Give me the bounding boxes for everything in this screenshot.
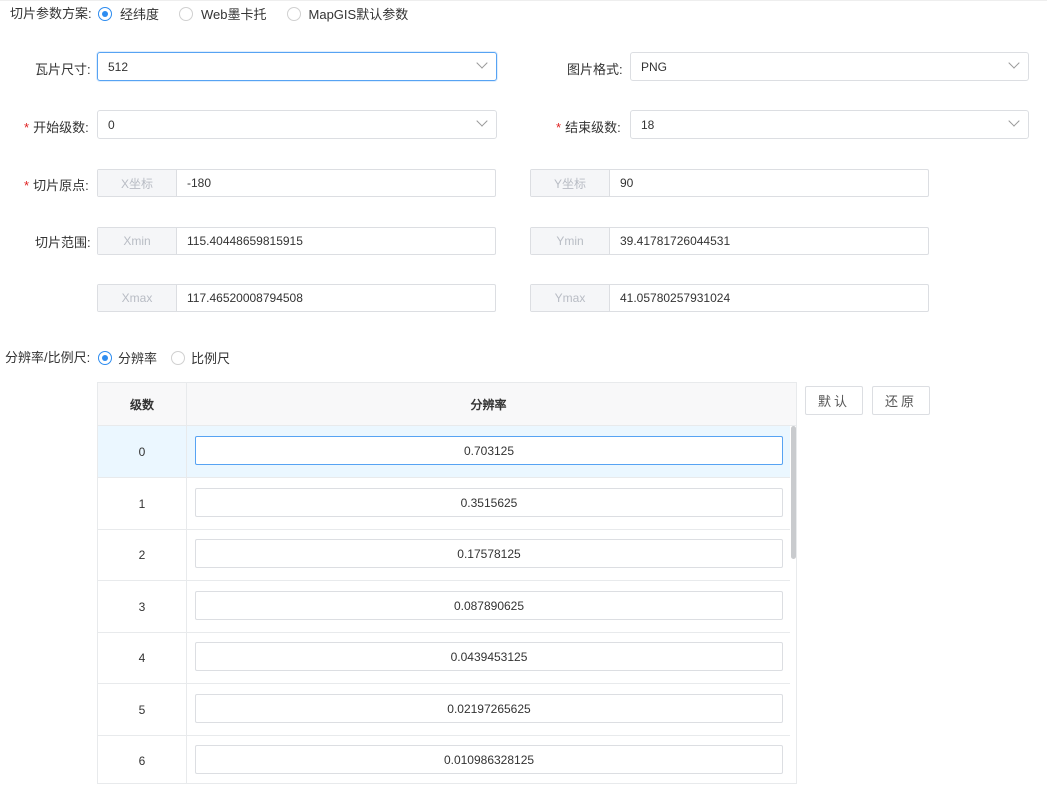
table-scrollbar[interactable]	[790, 426, 796, 783]
level-cell: 5	[98, 684, 187, 736]
end-level-label: * 结束级数:	[556, 120, 621, 135]
required-mark: *	[24, 120, 30, 135]
radio-checked-icon	[98, 350, 112, 365]
table-row: 6 0.010986328125	[98, 735, 790, 783]
resolution-input[interactable]: 0.703125	[195, 436, 783, 465]
mode-label: 分辨率/比例尺:	[5, 350, 91, 365]
default-button[interactable]: 默认	[805, 386, 863, 415]
table-row: 5 0.02197265625	[98, 684, 790, 736]
scheme-option-latlon[interactable]: 经纬度	[98, 4, 159, 23]
tile-size-label: 瓦片尺寸:	[35, 62, 91, 77]
resolution-input[interactable]: 0.087890625	[195, 591, 783, 620]
top-divider	[0, 0, 1047, 1]
origin-label: * 切片原点:	[24, 178, 89, 193]
extent-xmin-input[interactable]: Xmin 115.40448659815915	[97, 227, 496, 255]
table-header: 级数 分辨率	[98, 383, 796, 426]
required-mark: *	[24, 178, 30, 193]
scheme-label: 切片参数方案:	[10, 6, 92, 21]
origin-y-prefix: Y坐标	[531, 170, 610, 196]
scheme-option-web-mercator[interactable]: Web墨卡托	[179, 4, 267, 23]
extent-ymax-input[interactable]: Ymax 41.05780257931024	[530, 284, 929, 312]
level-cell: 2	[98, 529, 187, 581]
origin-x-input[interactable]: X坐标 -180	[97, 169, 496, 197]
ymax-prefix: Ymax	[531, 285, 610, 311]
ymax-value[interactable]: 41.05780257931024	[610, 285, 928, 311]
chevron-down-icon	[476, 115, 488, 127]
table-row: 4 0.0439453125	[98, 632, 790, 684]
radio-unchecked-icon	[171, 350, 186, 365]
column-header-level: 级数	[98, 383, 187, 426]
mode-radio-group: 分辨率 比例尺	[98, 348, 244, 367]
xmax-prefix: Xmax	[98, 285, 177, 311]
mode-option-resolution[interactable]: 分辨率	[98, 348, 157, 367]
scheme-radio-group: 经纬度 Web墨卡托 MapGIS默认参数	[98, 4, 422, 23]
ymin-value[interactable]: 39.41781726044531	[610, 228, 928, 254]
resolution-input[interactable]: 0.17578125	[195, 539, 783, 568]
scheme-option-mapgis-default[interactable]: MapGIS默认参数	[286, 4, 408, 23]
chevron-down-icon	[476, 57, 488, 69]
scrollbar-thumb[interactable]	[791, 426, 796, 559]
chevron-down-icon	[1008, 57, 1020, 69]
radio-unchecked-icon	[179, 6, 194, 21]
image-format-select[interactable]: PNG	[630, 52, 1029, 81]
start-level-label: * 开始级数:	[24, 120, 89, 135]
level-cell: 3	[98, 581, 187, 633]
ymin-prefix: Ymin	[531, 228, 610, 254]
resolution-input[interactable]: 0.0439453125	[195, 642, 783, 671]
extent-ymin-input[interactable]: Ymin 39.41781726044531	[530, 227, 929, 255]
level-cell: 4	[98, 632, 187, 684]
resolution-table: 级数 分辨率 0 0.703125 1 0.3515625 2 0.175781…	[97, 382, 797, 784]
required-mark: *	[556, 120, 562, 135]
resolution-input[interactable]: 0.02197265625	[195, 694, 783, 723]
extent-xmax-input[interactable]: Xmax 117.46520008794508	[97, 284, 496, 312]
radio-unchecked-icon	[286, 6, 301, 21]
xmin-value[interactable]: 115.40448659815915	[177, 228, 495, 254]
resolution-input[interactable]: 0.3515625	[195, 488, 783, 517]
chevron-down-icon	[1008, 115, 1020, 127]
mode-option-scale[interactable]: 比例尺	[171, 348, 230, 367]
level-cell: 1	[98, 478, 187, 530]
origin-x-value[interactable]: -180	[177, 170, 495, 196]
xmax-value[interactable]: 117.46520008794508	[177, 285, 495, 311]
end-level-select[interactable]: 18	[630, 110, 1029, 139]
radio-checked-icon	[98, 6, 112, 21]
table-row: 3 0.087890625	[98, 581, 790, 633]
xmin-prefix: Xmin	[98, 228, 177, 254]
extent-label: 切片范围:	[35, 235, 91, 250]
tile-size-select[interactable]: 512	[97, 52, 497, 81]
start-level-select[interactable]: 0	[97, 110, 497, 139]
level-cell: 0	[98, 426, 187, 478]
origin-y-input[interactable]: Y坐标 90	[530, 169, 929, 197]
table-row: 1 0.3515625	[98, 478, 790, 530]
column-header-resolution: 分辨率	[470, 398, 507, 412]
table-row: 0 0.703125	[98, 426, 790, 478]
resolution-input[interactable]: 0.010986328125	[195, 745, 783, 774]
image-format-label: 图片格式:	[567, 62, 623, 77]
restore-button[interactable]: 还原	[872, 386, 930, 415]
level-cell: 6	[98, 735, 187, 783]
origin-x-prefix: X坐标	[98, 170, 177, 196]
table-row: 2 0.17578125	[98, 529, 790, 581]
origin-y-value[interactable]: 90	[610, 170, 928, 196]
